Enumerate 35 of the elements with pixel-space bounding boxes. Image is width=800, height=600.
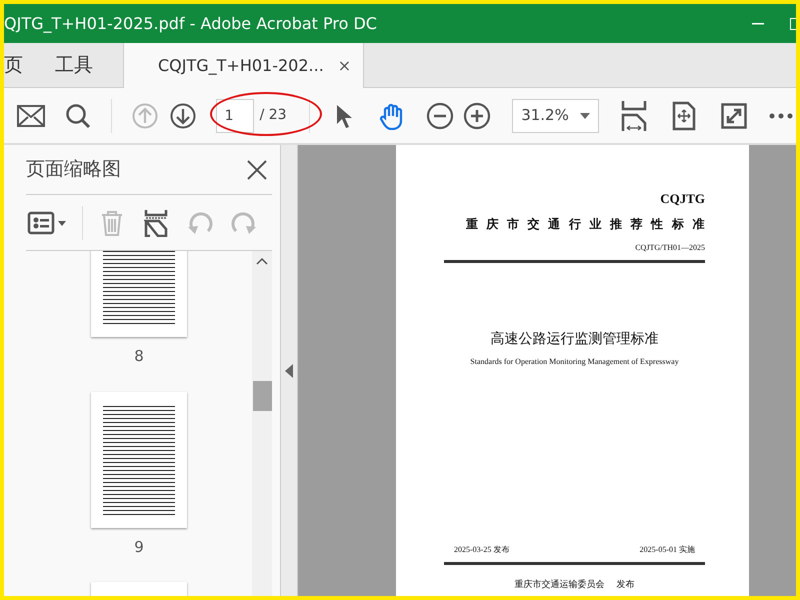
document-number: CQJTG/TH01—2025 [634, 242, 705, 254]
scroll-thumb[interactable] [252, 381, 272, 411]
collapse-arrow-icon[interactable] [285, 364, 293, 378]
fit-width-icon[interactable] [619, 100, 650, 130]
tab-close-button[interactable]: × [338, 54, 352, 78]
tab[interactable]: 页 [4, 43, 39, 87]
effective-date: 2025-05-01 实施 [640, 544, 695, 556]
minimize-icon[interactable] [752, 22, 764, 24]
standard-code: CQJTG [659, 190, 705, 208]
publish-label: 发布 [616, 578, 634, 592]
zoom-value: 31.2% [521, 105, 569, 126]
page-thumbnail[interactable] [91, 392, 187, 528]
document-title: 高速公路运行监测管理标准 [490, 330, 660, 348]
scrollbar[interactable] [252, 251, 272, 596]
full-screen-icon[interactable] [718, 100, 748, 130]
tab-label[interactable]: CQJTG_T+H01-202... [158, 54, 324, 78]
scroll-up-icon[interactable] [256, 257, 268, 265]
panel-title: 页面缩略图 [26, 157, 121, 182]
next-page-icon[interactable] [168, 100, 198, 130]
publish-date: 2025-03-25 发布 [454, 544, 510, 556]
tab[interactable]: 工具 [39, 43, 109, 87]
zoom-in-icon[interactable] [462, 100, 492, 130]
page-number: 8 [134, 346, 144, 367]
page-count: / 23 [260, 106, 287, 125]
window-title: QJTG_T+H01-2025.pdf - Adobe Acrobat Pro DC [4, 12, 377, 35]
document-subtitle: Standards for Operation Monitoring Management of Expressway [469, 356, 680, 368]
page-number: 9 [134, 536, 144, 558]
zoom-dropdown[interactable]: 31.2% [512, 98, 600, 132]
document-tab[interactable]: CQJTG_T+H01-202... × [123, 43, 364, 88]
zoom-out-icon[interactable] [424, 100, 455, 130]
maximize-icon[interactable] [790, 18, 796, 30]
caret-icon [580, 112, 590, 118]
publisher: 重庆市交通运输委员会 [514, 578, 604, 592]
page-number-field[interactable]: 1 [216, 98, 254, 132]
document-heading: 重庆市交通行业推荐性标准 [464, 216, 713, 232]
